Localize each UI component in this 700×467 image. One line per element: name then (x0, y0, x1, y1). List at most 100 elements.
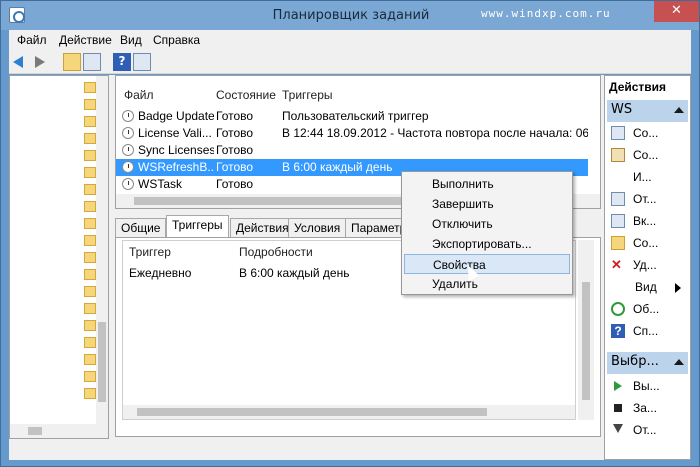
run-icon (614, 381, 622, 391)
tab-conditions[interactable]: Условия (288, 218, 347, 237)
folder-icon[interactable] (84, 150, 96, 161)
menu-help[interactable]: Справка (153, 33, 200, 47)
task-status: Готово (216, 109, 254, 123)
task-status: Готово (216, 143, 254, 157)
forward-arrow-icon[interactable] (35, 56, 45, 68)
tree-horizontal-scrollbar[interactable] (10, 424, 108, 438)
close-button[interactable]: ✕ (654, 1, 699, 22)
action-create-basic-task[interactable]: Со... (611, 145, 689, 167)
details-scroll-thumb[interactable] (582, 282, 590, 400)
folder-icon[interactable] (84, 167, 96, 178)
action-refresh[interactable]: Об... (611, 299, 689, 321)
action-delete-folder[interactable]: ✕ Уд... (611, 255, 689, 277)
folder-icon[interactable] (84, 337, 96, 348)
folder-icon[interactable] (84, 116, 96, 127)
action-view[interactable]: Вид (611, 277, 689, 299)
refresh-icon (611, 302, 625, 316)
column-header-details[interactable]: Подробности (239, 245, 313, 259)
show-hide-action-pane-icon[interactable] (133, 53, 151, 71)
menu-view[interactable]: Вид (120, 33, 142, 47)
action-import[interactable]: И... (611, 167, 689, 189)
action-create-task[interactable]: Со... (611, 123, 689, 145)
triggers-hscroll-thumb[interactable] (137, 408, 487, 416)
action-label: Сп... (633, 324, 659, 338)
actions-section-selected-label: Выбр... (611, 354, 659, 369)
folder-icon[interactable] (84, 184, 96, 195)
action-enable-history[interactable]: Вк... (611, 211, 689, 233)
task-clock-icon (122, 161, 134, 173)
column-header-triggers[interactable]: Триггеры (282, 88, 333, 102)
folder-icon[interactable] (84, 82, 96, 93)
action-label: Со... (633, 148, 659, 162)
task-row[interactable]: Badge Update Готово Пользовательский три… (116, 108, 588, 125)
up-folder-icon[interactable] (63, 53, 81, 71)
show-hide-console-tree-icon[interactable] (83, 53, 101, 71)
action-label: Вы... (633, 379, 660, 393)
task-status: Готово (216, 160, 254, 174)
folder-icon[interactable] (84, 252, 96, 263)
folder-icon[interactable] (84, 201, 96, 212)
action-display-running[interactable]: От... (611, 189, 689, 211)
display-running-icon (611, 192, 625, 206)
folder-icon[interactable] (84, 133, 96, 144)
tab-triggers[interactable]: Триггеры (166, 215, 229, 237)
folder-icon[interactable] (84, 388, 96, 399)
details-vertical-scrollbar[interactable] (578, 240, 594, 420)
action-help[interactable]: ? Сп... (611, 321, 689, 343)
title-bar: Планировщик заданий www.windxp.com.ru ✕ (1, 1, 699, 30)
folder-icon[interactable] (84, 354, 96, 365)
folder-icon[interactable] (84, 286, 96, 297)
folder-icon[interactable] (84, 320, 96, 331)
task-row[interactable]: License Vali... Готово В 12:44 18.09.201… (116, 125, 588, 142)
tree-vertical-scrollbar[interactable] (96, 76, 108, 424)
tab-general[interactable]: Общие (115, 218, 167, 237)
action-label: Об... (633, 302, 660, 316)
action-run[interactable]: Вы... (611, 376, 689, 398)
action-disable[interactable]: От... (611, 420, 689, 442)
actions-section-selected[interactable]: Выбр... (607, 352, 688, 374)
action-label: Вк... (633, 214, 657, 228)
context-menu-properties[interactable]: Свойства (404, 254, 570, 274)
back-arrow-icon[interactable] (13, 56, 23, 68)
context-menu-disable[interactable]: Отключить (404, 214, 570, 234)
menu-file[interactable]: Файл (17, 33, 47, 47)
context-menu-end[interactable]: Завершить (404, 194, 570, 214)
collapse-icon[interactable] (674, 107, 684, 113)
actions-section-ws-label: WS (611, 102, 633, 117)
task-status: Готово (216, 126, 254, 140)
action-label: И... (633, 170, 652, 184)
task-list-hscroll-thumb[interactable] (134, 197, 444, 205)
action-new-folder[interactable]: Со... (611, 233, 689, 255)
folder-icon[interactable] (84, 371, 96, 382)
console-tree[interactable] (9, 75, 109, 439)
action-label: Вид (635, 280, 657, 294)
task-clock-icon (122, 144, 134, 156)
tab-actions[interactable]: Действия (230, 218, 295, 237)
action-end[interactable]: За... (611, 398, 689, 420)
help-icon[interactable]: ? (113, 53, 131, 71)
task-status: Готово (216, 177, 254, 191)
folder-icon[interactable] (84, 269, 96, 280)
column-header-name[interactable]: Файл (124, 88, 154, 102)
folder-icon[interactable] (84, 303, 96, 314)
menu-action[interactable]: Действие (59, 33, 112, 47)
actions-section-ws[interactable]: WS (607, 100, 688, 122)
task-name: License Vali... (138, 126, 212, 140)
folder-icon[interactable] (84, 218, 96, 229)
context-menu-export[interactable]: Экспортировать... (404, 234, 570, 254)
folder-icon[interactable] (84, 235, 96, 246)
folder-icon[interactable] (84, 99, 96, 110)
collapse-icon[interactable] (674, 359, 684, 365)
task-row[interactable]: Sync Licenses Готово (116, 142, 588, 159)
tree-scroll-thumb[interactable] (98, 322, 106, 402)
task-clock-icon (122, 178, 134, 190)
enable-history-icon (611, 214, 625, 228)
triggers-horizontal-scrollbar[interactable] (123, 405, 575, 419)
context-menu-delete[interactable]: Удалить (404, 274, 570, 294)
context-menu-run[interactable]: Выполнить (404, 174, 570, 194)
task-clock-icon (122, 127, 134, 139)
tree-hscroll-thumb[interactable] (28, 427, 42, 435)
task-name: Badge Update (138, 109, 214, 123)
column-header-status[interactable]: Состояние (216, 88, 276, 102)
column-header-trigger[interactable]: Триггер (129, 245, 171, 259)
